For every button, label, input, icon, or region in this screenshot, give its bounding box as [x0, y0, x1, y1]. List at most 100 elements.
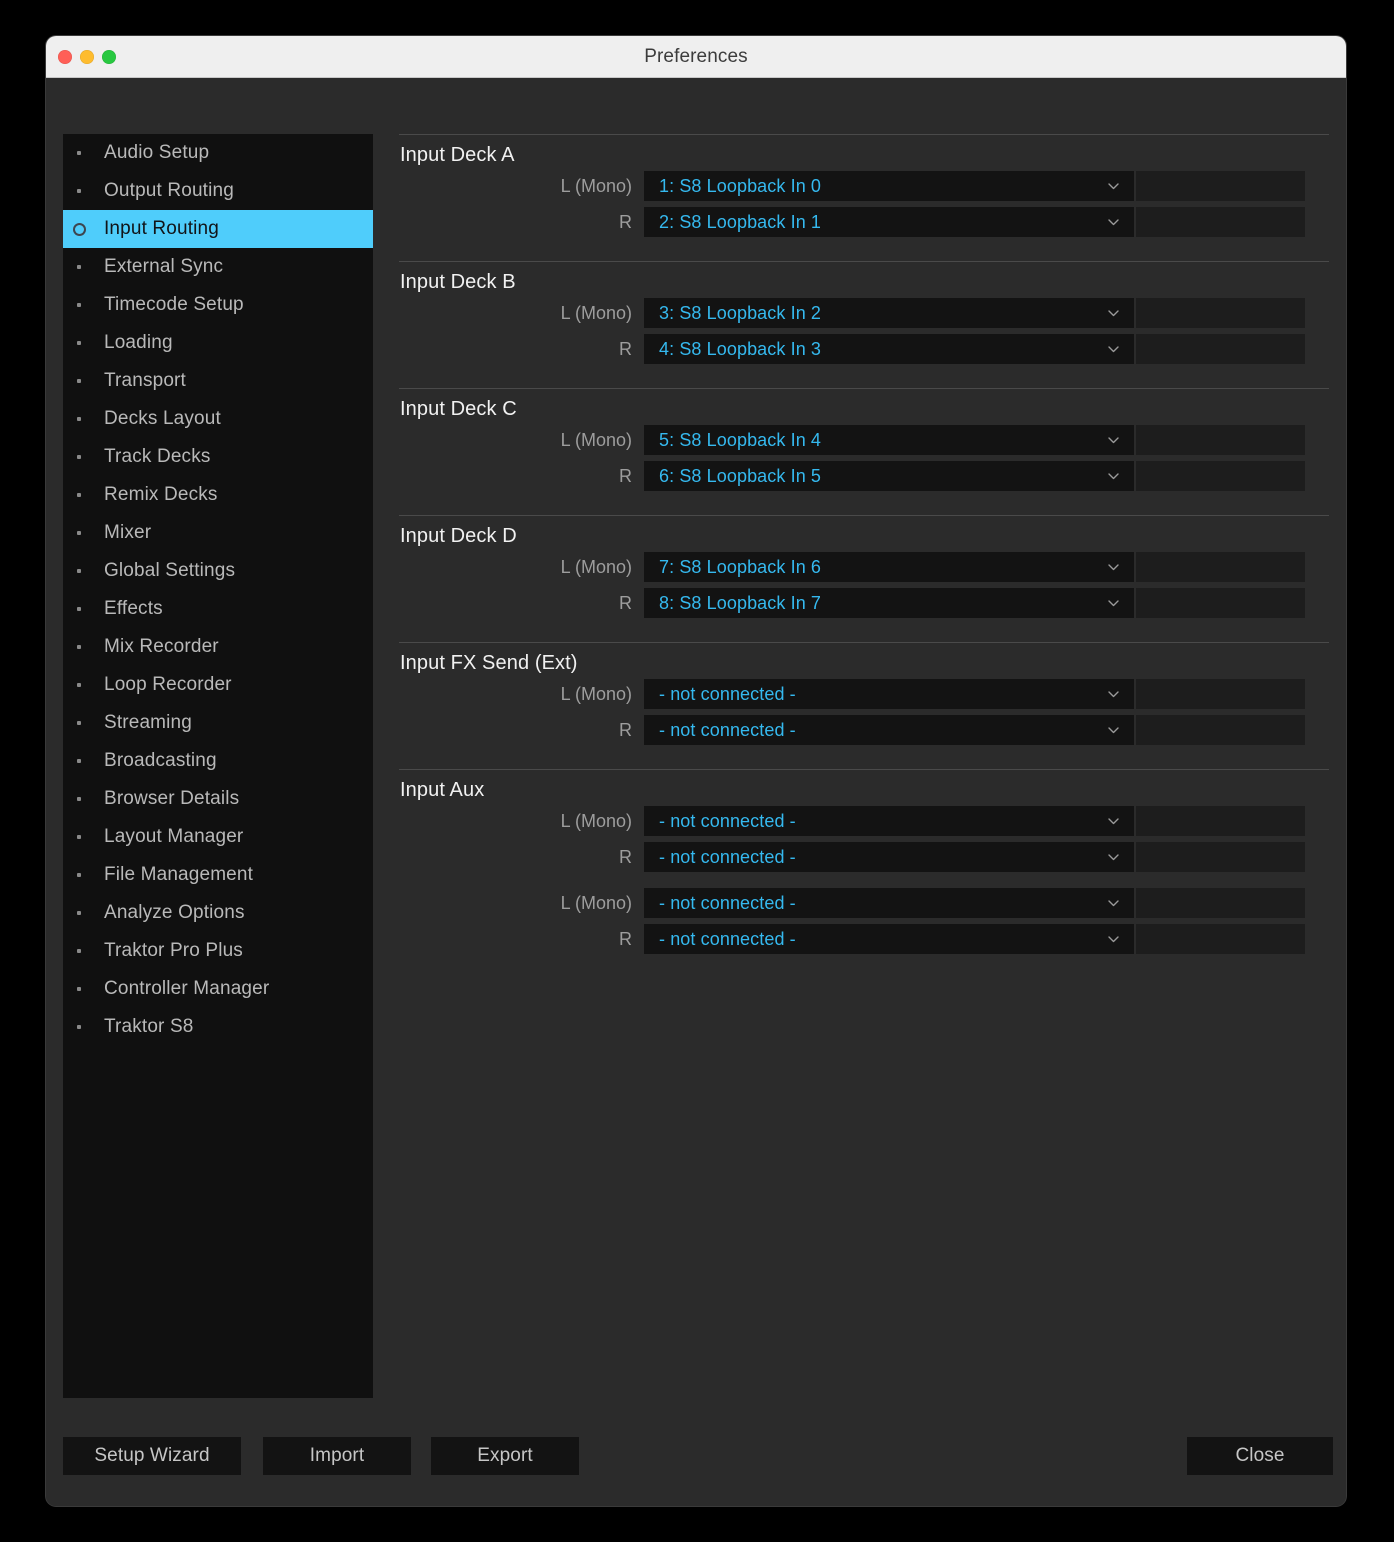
bullet-icon [77, 1025, 91, 1029]
window-content: Audio Setup Output Routing Input Routing Ex… [46, 78, 1346, 1506]
bullet-icon [77, 911, 91, 915]
preferences-sidebar[interactable]: Audio Setup Output Routing Input Routing Ex… [63, 134, 373, 1398]
sidebar-item-output-routing[interactable]: Output Routing [63, 172, 373, 210]
input-source-dropdown[interactable]: - not connected - [644, 806, 1134, 836]
dropdown-value: - not connected - [659, 928, 796, 949]
channel-label: L (Mono) [560, 892, 632, 913]
sidebar-item-layout-manager[interactable]: Layout Manager [63, 818, 373, 856]
routing-row: R 6: S8 Loopback In 5 [399, 461, 1329, 491]
maximize-window-button[interactable] [102, 49, 116, 64]
export-button[interactable]: Export [431, 1437, 579, 1475]
input-source-dropdown[interactable]: 1: S8 Loopback In 0 [644, 171, 1134, 201]
sidebar-item-label: Streaming [104, 712, 192, 733]
input-source-dropdown[interactable]: 5: S8 Loopback In 4 [644, 425, 1134, 455]
level-meter [1136, 461, 1305, 491]
sidebar-item-external-sync[interactable]: External Sync [63, 248, 373, 286]
input-source-dropdown[interactable]: 3: S8 Loopback In 2 [644, 298, 1134, 328]
dropdown-value: - not connected - [659, 719, 796, 740]
routing-row: L (Mono) 5: S8 Loopback In 4 [399, 425, 1329, 455]
level-meter [1136, 842, 1305, 872]
input-source-dropdown[interactable]: - not connected - [644, 842, 1134, 872]
level-meter [1136, 588, 1305, 618]
dropdown-value: 4: S8 Loopback In 3 [659, 338, 822, 359]
bullet-icon [77, 873, 91, 877]
sidebar-item-timecode-setup[interactable]: Timecode Setup [63, 286, 373, 324]
dropdown-value: 6: S8 Loopback In 5 [659, 465, 822, 486]
sidebar-item-input-routing[interactable]: Input Routing [63, 210, 373, 248]
sidebar-item-traktor-pro-plus[interactable]: Traktor Pro Plus [63, 932, 373, 970]
input-source-dropdown[interactable]: - not connected - [644, 924, 1134, 954]
input-source-dropdown[interactable]: 8: S8 Loopback In 7 [644, 588, 1134, 618]
chevron-down-icon [1107, 470, 1120, 483]
sidebar-item-file-management[interactable]: File Management [63, 856, 373, 894]
traffic-light-group [58, 36, 116, 77]
channel-label: L (Mono) [560, 556, 632, 577]
sidebar-item-mixer[interactable]: Mixer [63, 514, 373, 552]
sidebar-item-broadcasting[interactable]: Broadcasting [63, 742, 373, 780]
input-source-dropdown[interactable]: - not connected - [644, 679, 1134, 709]
minimize-window-button[interactable] [80, 49, 94, 64]
input-source-dropdown[interactable]: 6: S8 Loopback In 5 [644, 461, 1134, 491]
channel-label: R [619, 592, 632, 613]
sidebar-item-browser-details[interactable]: Browser Details [63, 780, 373, 818]
sidebar-item-mix-recorder[interactable]: Mix Recorder [63, 628, 373, 666]
sidebar-item-label: Input Routing [104, 218, 219, 239]
routing-rows: L (Mono) - not connected - R - not connecte… [399, 677, 1329, 745]
bullet-icon [77, 683, 91, 687]
sidebar-item-label: Broadcasting [104, 750, 217, 771]
sidebar-item-traktor-s8[interactable]: Traktor S8 [63, 1008, 373, 1046]
section-input-deck-d: Input Deck D L (Mono) 7: S8 Loopback In 6 R… [399, 515, 1329, 618]
channel-label: R [619, 338, 632, 359]
routing-rows: L (Mono) 3: S8 Loopback In 2 R 4: S8 Loopba… [399, 296, 1329, 364]
chevron-down-icon [1107, 933, 1120, 946]
sidebar-item-audio-setup[interactable]: Audio Setup [63, 134, 373, 172]
sidebar-item-remix-decks[interactable]: Remix Decks [63, 476, 373, 514]
level-meter [1136, 552, 1305, 582]
window-title: Preferences [644, 45, 748, 67]
sidebar-item-global-settings[interactable]: Global Settings [63, 552, 373, 590]
sidebar-item-label: Track Decks [104, 446, 211, 467]
sidebar-item-label: Traktor S8 [104, 1016, 194, 1037]
input-source-dropdown[interactable]: 2: S8 Loopback In 1 [644, 207, 1134, 237]
sidebar-item-streaming[interactable]: Streaming [63, 704, 373, 742]
sidebar-item-effects[interactable]: Effects [63, 590, 373, 628]
routing-row: R 8: S8 Loopback In 7 [399, 588, 1329, 618]
routing-row: L (Mono) - not connected - [399, 806, 1329, 836]
dropdown-value: - not connected - [659, 810, 796, 831]
sidebar-item-controller-manager[interactable]: Controller Manager [63, 970, 373, 1008]
routing-rows: L (Mono) - not connected - R - not connecte… [399, 804, 1329, 954]
sidebar-item-loading[interactable]: Loading [63, 324, 373, 362]
chevron-down-icon [1107, 216, 1120, 229]
routing-row: R 4: S8 Loopback In 3 [399, 334, 1329, 364]
import-button[interactable]: Import [263, 1437, 411, 1475]
chevron-down-icon [1107, 343, 1120, 356]
chevron-down-icon [1107, 434, 1120, 447]
routing-row: R 2: S8 Loopback In 1 [399, 207, 1329, 237]
setup-wizard-button[interactable]: Setup Wizard [63, 1437, 241, 1475]
sidebar-item-track-decks[interactable]: Track Decks [63, 438, 373, 476]
routing-row: L (Mono) 3: S8 Loopback In 2 [399, 298, 1329, 328]
input-source-dropdown[interactable]: - not connected - [644, 715, 1134, 745]
input-source-dropdown[interactable]: 4: S8 Loopback In 3 [644, 334, 1134, 364]
section-input-deck-b: Input Deck B L (Mono) 3: S8 Loopback In 2 R… [399, 261, 1329, 364]
sidebar-item-decks-layout[interactable]: Decks Layout [63, 400, 373, 438]
section-input-deck-a: Input Deck A L (Mono) 1: S8 Loopback In 0 R… [399, 134, 1329, 237]
level-meter [1136, 715, 1305, 745]
routing-row: L (Mono) 7: S8 Loopback In 6 [399, 552, 1329, 582]
channel-label: L (Mono) [560, 810, 632, 831]
close-window-button[interactable] [58, 49, 72, 64]
dropdown-value: 5: S8 Loopback In 4 [659, 429, 822, 450]
input-source-dropdown[interactable]: - not connected - [644, 888, 1134, 918]
sidebar-item-label: Layout Manager [104, 826, 244, 847]
section-title: Input Deck B [400, 271, 516, 293]
close-button[interactable]: Close [1187, 1437, 1333, 1475]
sidebar-item-analyze-options[interactable]: Analyze Options [63, 894, 373, 932]
section-title: Input Deck C [400, 398, 517, 420]
sidebar-item-loop-recorder[interactable]: Loop Recorder [63, 666, 373, 704]
sidebar-item-label: Transport [104, 370, 186, 391]
sidebar-item-transport[interactable]: Transport [63, 362, 373, 400]
input-source-dropdown[interactable]: 7: S8 Loopback In 6 [644, 552, 1134, 582]
